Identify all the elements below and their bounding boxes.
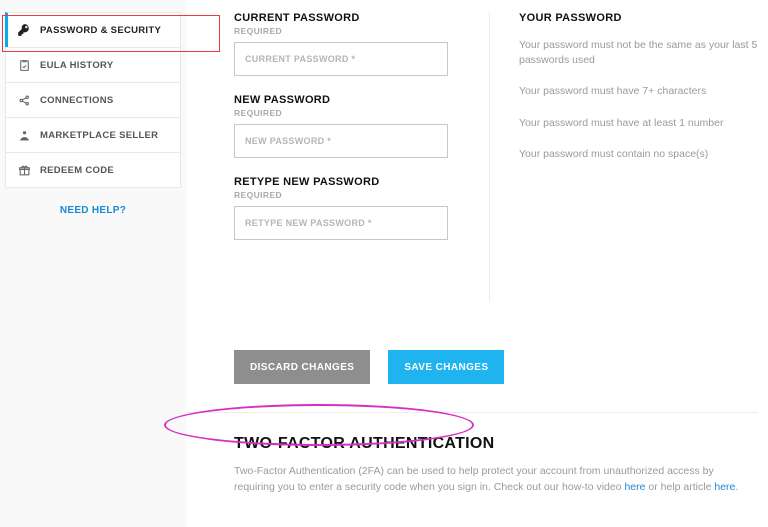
sidebar-item-password-security[interactable]: PASSWORD & SECURITY [5,12,181,48]
current-password-input[interactable] [234,42,448,76]
need-help-link[interactable]: NEED HELP? [5,187,181,234]
discard-changes-button[interactable]: DISCARD CHANGES [234,350,370,384]
sidebar-item-label: MARKETPLACE SELLER [40,130,158,141]
required-label: REQUIRED [234,26,489,36]
seller-icon [16,127,32,143]
sidebar: PASSWORD & SECURITY EULA HISTORY CONNECT… [0,0,186,527]
sidebar-item-eula-history[interactable]: EULA HISTORY [5,47,181,83]
help-article-link[interactable]: here [714,481,735,493]
sidebar-item-label: REDEEM CODE [40,165,114,176]
section-divider [186,412,758,413]
required-label: REQUIRED [234,108,489,118]
main-content: CURRENT PASSWORD REQUIRED NEW PASSWORD R… [186,0,768,527]
current-password-label: CURRENT PASSWORD [234,12,489,24]
howto-video-link[interactable]: here [624,481,645,493]
sidebar-item-label: EULA HISTORY [40,60,113,71]
share-icon [16,92,32,108]
two-factor-section: TWO-FACTOR AUTHENTICATION Two-Factor Aut… [234,435,758,496]
sidebar-item-marketplace-seller[interactable]: MARKETPLACE SELLER [5,117,181,153]
clipboard-icon [16,57,32,73]
password-rules-title: YOUR PASSWORD [519,12,758,24]
password-rule: Your password must have 7+ characters [519,84,758,99]
key-icon [16,22,32,38]
save-changes-button[interactable]: SAVE CHANGES [388,350,504,384]
gift-icon [16,162,32,178]
sidebar-item-label: PASSWORD & SECURITY [40,25,161,36]
sidebar-item-connections[interactable]: CONNECTIONS [5,82,181,118]
retype-password-label: RETYPE NEW PASSWORD [234,176,489,188]
password-rule: Your password must have at least 1 numbe… [519,116,758,131]
password-rules: YOUR PASSWORD Your password must not be … [508,12,758,162]
sidebar-item-redeem-code[interactable]: REDEEM CODE [5,152,181,188]
retype-password-input[interactable] [234,206,448,240]
two-factor-description: Two-Factor Authentication (2FA) can be u… [234,463,744,496]
sidebar-item-label: CONNECTIONS [40,95,114,106]
password-rule: Your password must not be the same as yo… [519,38,758,68]
password-rule: Your password must contain no space(s) [519,147,758,162]
new-password-label: NEW PASSWORD [234,94,489,106]
required-label: REQUIRED [234,190,489,200]
two-factor-title: TWO-FACTOR AUTHENTICATION [234,435,495,453]
new-password-input[interactable] [234,124,448,158]
password-form: CURRENT PASSWORD REQUIRED NEW PASSWORD R… [234,12,489,302]
